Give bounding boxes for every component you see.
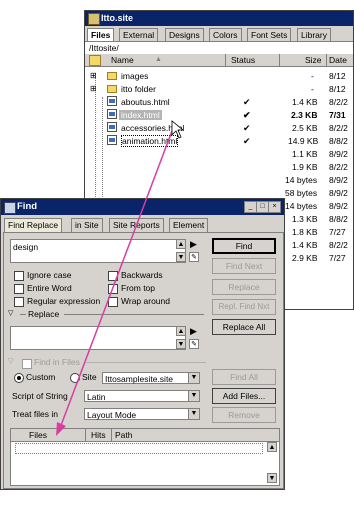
cursor-icon (171, 120, 185, 139)
arrowhead-icon (56, 422, 66, 436)
drag-arrow (56, 120, 185, 436)
